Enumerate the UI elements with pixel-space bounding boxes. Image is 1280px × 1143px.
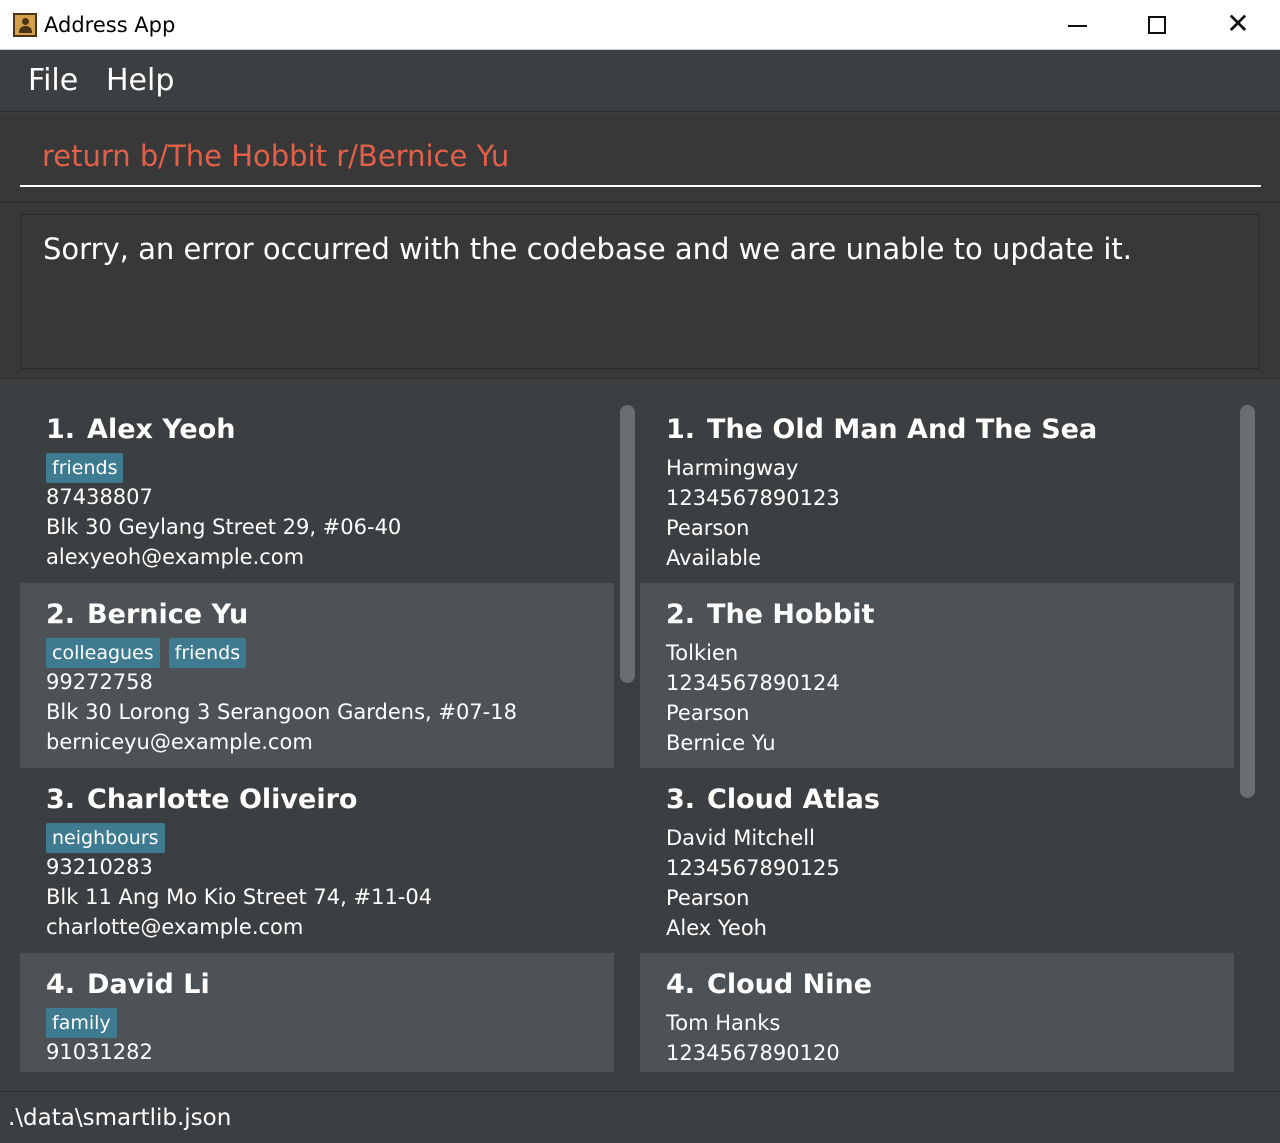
book-status: Available [666, 546, 762, 570]
book-isbn: 1234567890124 [666, 671, 840, 695]
menu-file[interactable]: File [28, 62, 78, 100]
book-title: 3. Cloud Atlas [666, 784, 880, 815]
person-card[interactable]: 4. David Li family 91031282 [20, 953, 614, 1072]
window-title: Address App [44, 13, 176, 37]
person-address: Blk 30 Lorong 3 Serangoon Gardens, #07-1… [46, 700, 517, 724]
command-box [0, 113, 1280, 203]
command-input[interactable] [20, 131, 1261, 187]
book-card[interactable]: 1. The Old Man And The Sea Harmingway 123… [640, 398, 1234, 583]
book-status: Bernice Yu [666, 731, 776, 755]
book-title: 1. The Old Man And The Sea [666, 414, 1098, 445]
person-email: charlotte@example.com [46, 915, 304, 939]
person-list[interactable]: 1. Alex Yeoh friends 87438807 Blk 30 Geyl… [20, 398, 614, 1072]
tag: neighbours [46, 823, 165, 853]
tag: colleagues [46, 638, 160, 668]
person-address: Blk 30 Geylang Street 29, #06-40 [46, 515, 402, 539]
person-phone: 93210283 [46, 855, 153, 879]
menu-bar: File Help [0, 50, 1280, 112]
person-email: alexyeoh@example.com [46, 545, 305, 569]
book-title: 4. Cloud Nine [666, 969, 872, 1000]
close-button[interactable]: ✕ [1198, 0, 1278, 50]
book-isbn: 1234567890120 [666, 1041, 840, 1065]
book-list-scrollbar[interactable] [1240, 405, 1255, 798]
maximize-button[interactable] [1117, 0, 1197, 50]
book-publisher: Pearson [666, 516, 750, 540]
book-card[interactable]: 4. Cloud Nine Tom Hanks 1234567890120 [640, 953, 1234, 1072]
tag-list: friends [46, 453, 132, 485]
person-phone: 87438807 [46, 485, 153, 509]
book-list[interactable]: 1. The Old Man And The Sea Harmingway 123… [640, 398, 1234, 1072]
person-name: 3. Charlotte Oliveiro [46, 784, 358, 815]
book-title: 2. The Hobbit [666, 599, 875, 630]
book-isbn: 1234567890125 [666, 856, 840, 880]
person-name: 1. Alex Yeoh [46, 414, 236, 445]
minimize-icon [1067, 25, 1087, 27]
person-phone: 91031282 [46, 1040, 153, 1064]
person-name: 4. David Li [46, 969, 210, 1000]
book-author: David Mitchell [666, 826, 815, 850]
person-email: berniceyu@example.com [46, 730, 313, 754]
result-display: Sorry, an error occurred with the codeba… [0, 204, 1280, 379]
save-location: .\data\smartlib.json [8, 1105, 232, 1131]
book-publisher: Pearson [666, 701, 750, 725]
tag: friends [168, 638, 247, 668]
minimize-button[interactable] [1037, 0, 1117, 50]
lists-panel: 1. Alex Yeoh friends 87438807 Blk 30 Geyl… [0, 380, 1280, 1090]
person-name: 2. Bernice Yu [46, 599, 249, 630]
title-bar: Address App ✕ [0, 0, 1280, 50]
book-card[interactable]: 3. Cloud Atlas David Mitchell 12345678901… [640, 768, 1234, 953]
book-author: Tolkien [666, 641, 739, 665]
tag-list: family [46, 1008, 126, 1040]
person-address: Blk 11 Ang Mo Kio Street 74, #11-04 [46, 885, 433, 909]
book-publisher: Pearson [666, 886, 750, 910]
book-card[interactable]: 2. The Hobbit Tolkien 1234567890124 Pears… [640, 583, 1234, 768]
person-phone: 99272758 [46, 670, 153, 694]
tag-list: neighbours [46, 823, 174, 855]
status-bar: .\data\smartlib.json [0, 1091, 1280, 1143]
person-list-scrollbar[interactable] [620, 405, 635, 683]
tag-list: colleagues friends [46, 638, 255, 670]
tag: friends [46, 453, 124, 483]
tag: family [46, 1008, 117, 1038]
person-card[interactable]: 2. Bernice Yu colleagues friends 99272758 … [20, 583, 614, 768]
person-card[interactable]: 1. Alex Yeoh friends 87438807 Blk 30 Geyl… [20, 398, 614, 583]
menu-help[interactable]: Help [106, 62, 174, 100]
book-author: Harmingway [666, 456, 799, 480]
book-status: Alex Yeoh [666, 916, 767, 940]
book-author: Tom Hanks [666, 1011, 781, 1035]
result-message: Sorry, an error occurred with the codeba… [20, 214, 1260, 369]
book-isbn: 1234567890123 [666, 486, 840, 510]
maximize-icon [1148, 16, 1166, 34]
person-card[interactable]: 3. Charlotte Oliveiro neighbours 93210283… [20, 768, 614, 953]
address-book-icon [13, 13, 37, 37]
